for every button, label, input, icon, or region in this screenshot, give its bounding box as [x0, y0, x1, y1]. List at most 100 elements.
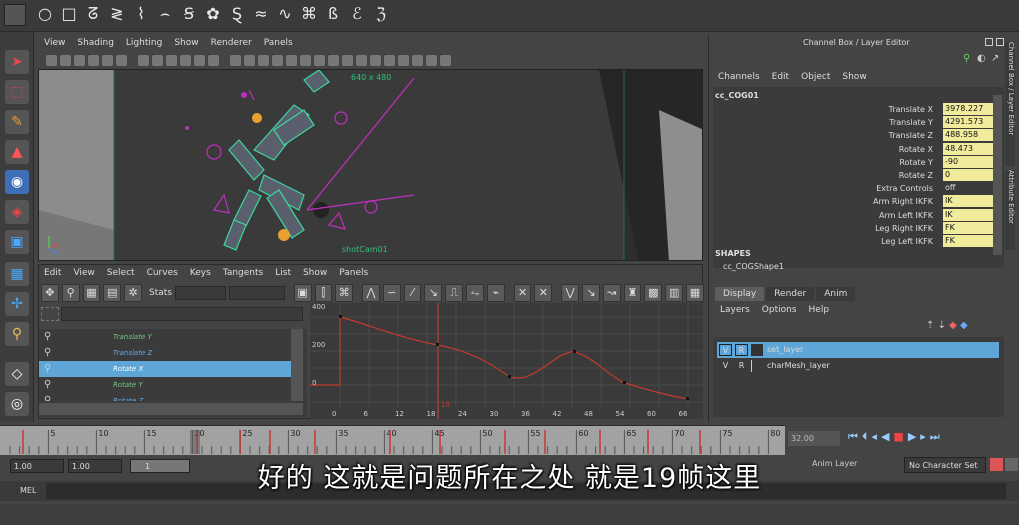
ge-menu-list[interactable]: List [275, 268, 291, 278]
layout-icon[interactable]: ⚲ [5, 322, 29, 346]
maximize-icon[interactable] [985, 38, 993, 46]
outliner-search-field[interactable] [61, 307, 303, 321]
unify-tangent-icon[interactable]: ✕ [534, 284, 553, 302]
curve-tool-icon[interactable]: ∿ [274, 3, 296, 25]
attribute-row[interactable]: Leg Right IKFK FK [713, 221, 1003, 235]
attribute-row[interactable]: Arm Left IKFK IK [713, 208, 1003, 222]
layout-icon[interactable]: ▦ [5, 262, 29, 286]
dope-sheet-icon[interactable]: ▩ [644, 284, 663, 302]
attribute-editor-toggle-icon[interactable]: ⚲ [963, 53, 970, 64]
circle-curve-icon[interactable]: ○ [34, 3, 56, 25]
cb-menu-edit[interactable]: Edit [772, 72, 789, 82]
curve-tool-icon[interactable]: ᘔ [82, 3, 104, 25]
step-forward-frame-icon[interactable]: ▸ [920, 430, 926, 444]
render-icon[interactable] [370, 54, 381, 66]
current-time-field[interactable]: 32.00 [788, 431, 840, 446]
render-icon[interactable] [328, 54, 339, 66]
center-current-icon[interactable]: ⌘ [335, 284, 354, 302]
viewport-menu-shading[interactable]: Shading [77, 38, 114, 48]
lock-weight-icon[interactable]: ↘ [582, 284, 600, 302]
close-icon[interactable] [996, 38, 1004, 46]
buffer-curve-icon[interactable]: ⌁ [486, 284, 505, 302]
scale-tool-icon[interactable]: ◈ [5, 200, 29, 224]
isolate-icon[interactable] [230, 54, 241, 66]
curve-tool-icon[interactable]: ✿ [202, 3, 224, 25]
outliner-hscrollbar[interactable] [39, 403, 303, 415]
select-tool-icon[interactable]: ➤ [5, 50, 29, 74]
tool-settings-icon[interactable]: ◐ [977, 53, 986, 64]
move-tool-icon[interactable]: ▲ [5, 140, 29, 164]
attribute-value[interactable]: 488.958 [943, 129, 994, 142]
trax-icon[interactable]: ▥ [665, 284, 684, 302]
ge-menu-show[interactable]: Show [303, 268, 327, 278]
attribute-value[interactable]: FK [943, 221, 994, 234]
insert-key-icon[interactable]: ⚲ [61, 284, 80, 302]
shadow-icon[interactable] [194, 54, 205, 66]
layer-menu-help[interactable]: Help [809, 305, 830, 315]
layer-row-selected[interactable]: V R set_layer [717, 342, 999, 358]
attribute-value[interactable]: off [943, 182, 994, 194]
step-back-key-icon[interactable]: ⏴ [862, 430, 868, 444]
play-forward-icon[interactable]: ▶ [908, 430, 916, 444]
attribute-value[interactable]: IK [943, 195, 994, 208]
manipulator-tool-icon[interactable]: ▣ [5, 230, 29, 254]
curve-tool-icon[interactable]: ≈ [250, 3, 272, 25]
layer-visibility-toggle[interactable]: V [719, 344, 732, 356]
curve-tool-icon[interactable]: Ꞩ [178, 3, 200, 25]
layer-color-swatch[interactable] [751, 360, 763, 372]
camera-icon[interactable] [60, 54, 71, 66]
outliner-row[interactable]: ⚲ Rotate Y [39, 377, 291, 393]
stats-field-2[interactable] [229, 286, 285, 300]
select-key-icon[interactable]: ✲ [124, 284, 142, 302]
attribute-value[interactable]: 4291.573 [943, 116, 994, 129]
outliner-scrollbar[interactable] [291, 329, 303, 401]
attribute-value[interactable]: 0 [943, 169, 994, 181]
film-gate-icon[interactable] [102, 54, 113, 66]
viewport-menu-show[interactable]: Show [174, 38, 198, 48]
xray-icon[interactable] [208, 54, 219, 66]
frame-all-icon[interactable]: ▣ [293, 284, 312, 302]
lattice-icon[interactable]: ▦ [82, 284, 101, 302]
stats-field-1[interactable] [174, 286, 227, 300]
attribute-row[interactable]: Arm Right IKFK IK [713, 195, 1003, 208]
wireframe-icon[interactable] [138, 54, 149, 66]
attribute-value[interactable]: IK [943, 208, 994, 221]
attribute-row[interactable]: Rotate X 48.473 [713, 142, 1003, 156]
shaded-icon[interactable] [152, 54, 163, 66]
attribute-row[interactable]: Rotate Z 0 [713, 169, 1003, 182]
attribute-row[interactable]: Rotate Y -90 [713, 155, 1003, 169]
cb-menu-channels[interactable]: Channels [718, 72, 760, 82]
ge-menu-tangents[interactable]: Tangents [223, 268, 263, 278]
ge-menu-keys[interactable]: Keys [190, 268, 211, 278]
camera-icon[interactable] [46, 54, 57, 66]
light-icon[interactable] [180, 54, 191, 66]
outliner-row[interactable]: ⚲ Translate Y [39, 329, 291, 345]
move-layer-down-icon[interactable]: ⇣ [938, 320, 946, 331]
break-tangent-icon[interactable]: ✕ [513, 284, 532, 302]
attribute-row[interactable]: Leg Left IKFK FK [713, 235, 1003, 248]
render-icon[interactable] [286, 54, 297, 66]
cb-menu-object[interactable]: Object [801, 72, 830, 82]
plateau-tangent-icon[interactable]: ⥊ [466, 284, 484, 302]
ge-menu-view[interactable]: View [73, 268, 94, 278]
render-icon[interactable] [244, 54, 255, 66]
new-layer-icon[interactable]: ◆ [949, 320, 957, 331]
tab-render[interactable]: Render [766, 287, 815, 301]
render-icon[interactable] [342, 54, 353, 66]
layer-menu-options[interactable]: Options [762, 305, 797, 315]
viewport-menu-lighting[interactable]: Lighting [126, 38, 162, 48]
bookmark-icon[interactable] [74, 54, 85, 66]
side-tab-attribute-editor[interactable]: Attribute Editor [1005, 170, 1015, 250]
channel-scrollbar[interactable] [993, 95, 1002, 255]
attribute-value[interactable]: 3978.227 [943, 103, 994, 115]
grid-icon[interactable] [88, 54, 99, 66]
step-back-frame-icon[interactable]: ◂ [871, 430, 877, 444]
ge-menu-edit[interactable]: Edit [44, 268, 61, 278]
paint-tool-icon[interactable]: ✎ [5, 110, 29, 134]
resolution-gate-icon[interactable] [116, 54, 127, 66]
graph-area[interactable]: 19 400 200 0 0 6 12 18 24 30 36 42 48 54 60 66 [310, 303, 703, 419]
side-tab-channel-box[interactable]: Channel Box / Layer Editor [1005, 42, 1015, 166]
texture-icon[interactable] [166, 54, 177, 66]
curve-tool-icon[interactable]: ⌇ [130, 3, 152, 25]
attribute-value[interactable]: FK [943, 235, 994, 247]
